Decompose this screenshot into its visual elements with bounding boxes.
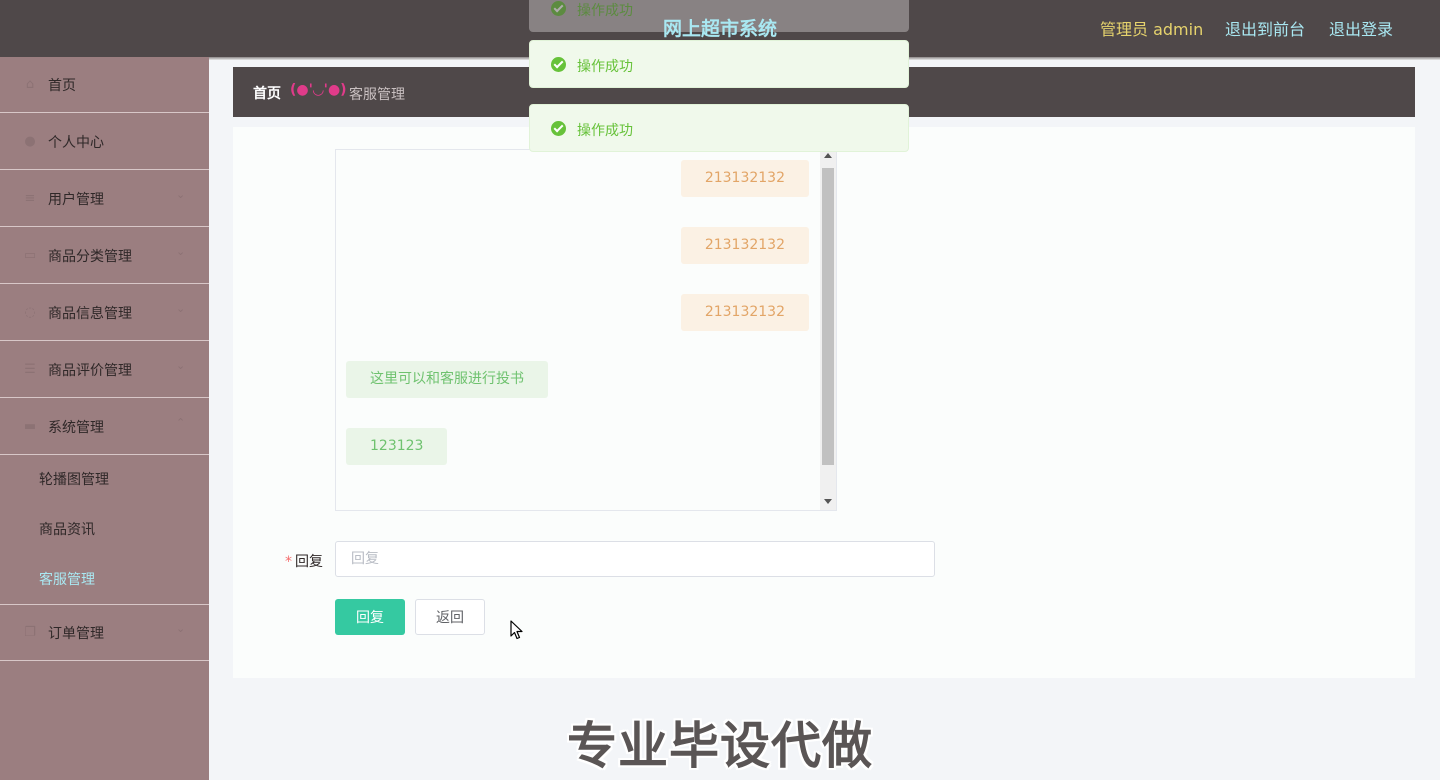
sidebar-item-label: 用户管理 — [48, 192, 104, 208]
copy-icon: ❐ — [24, 625, 36, 640]
success-check-icon — [551, 121, 566, 136]
exit-to-front-link[interactable]: 退出到前台 — [1225, 16, 1305, 40]
reply-button[interactable]: 回复 — [335, 599, 405, 635]
submenu-item-news[interactable]: 商品资讯 — [0, 504, 209, 554]
sidebar-item-system[interactable]: ▬ 系统管理 ⌃ — [0, 399, 209, 455]
power-icon: ◌ — [24, 305, 36, 320]
admin-user-label: 管理员 admin — [1100, 20, 1204, 39]
sidebar-item-orders[interactable]: ❐ 订单管理 ⌄ — [0, 605, 209, 661]
toast-text: 操作成功 — [577, 59, 633, 75]
sidebar-item-label: 系统管理 — [48, 420, 104, 436]
required-mark: * — [285, 554, 292, 570]
list-icon: ☰ — [24, 362, 36, 377]
briefcase-icon: ▬ — [23, 419, 37, 434]
submenu-item-label: 客服管理 — [39, 572, 95, 588]
breadcrumb-home[interactable]: 首页 — [253, 83, 281, 103]
chevron-down-icon: ⌄ — [176, 622, 186, 635]
chat-scrollbar[interactable] — [820, 150, 836, 510]
sidebar-item-home[interactable]: ⌂ 首页 — [0, 57, 209, 113]
scrollbar-thumb[interactable] — [822, 168, 834, 465]
reply-input[interactable] — [335, 541, 935, 577]
toast-notification: 操作成功 — [529, 104, 909, 152]
submenu-item-label: 商品资讯 — [39, 522, 95, 538]
success-check-icon — [551, 1, 566, 16]
reply-label: * 回复 — [285, 551, 323, 571]
home-icon: ⌂ — [25, 77, 35, 92]
logout-link[interactable]: 退出登录 — [1329, 16, 1393, 40]
scroll-down-arrow-icon[interactable] — [824, 499, 832, 504]
chat-message: 123123 — [346, 428, 448, 465]
chat-icon: ▭ — [23, 248, 37, 263]
toast-notification: 操作成功 — [529, 40, 909, 88]
chevron-down-icon: ⌄ — [176, 188, 186, 201]
breadcrumb-separator: (●'◡'●) — [290, 82, 347, 98]
sidebar-item-label: 商品信息管理 — [48, 306, 132, 322]
sidebar-item-category[interactable]: ▭ 商品分类管理 ⌄ — [0, 228, 209, 284]
submenu-item-carousel[interactable]: 轮播图管理 — [0, 454, 209, 504]
breadcrumb-current: 客服管理 — [349, 87, 405, 103]
sliders-icon: ≡ — [24, 191, 36, 206]
sidebar-item-profile[interactable]: ● 个人中心 — [0, 114, 209, 170]
sidebar: ⌂ 首页 ● 个人中心 ≡ 用户管理 ⌄ ▭ 商品分类管理 ⌄ ◌ 商品信息管理… — [0, 57, 209, 780]
sidebar-item-label: 个人中心 — [48, 135, 104, 151]
scroll-up-arrow-icon[interactable] — [824, 153, 832, 158]
chat-message: 这里可以和客服进行投书 — [346, 361, 548, 398]
chat-history[interactable]: 213132132 213132132 213132132 这里可以和客服进行投… — [335, 149, 837, 511]
back-button[interactable]: 返回 — [415, 599, 485, 635]
user-icon: ● — [24, 134, 36, 149]
sidebar-item-label: 订单管理 — [48, 626, 104, 642]
sidebar-item-label: 商品分类管理 — [48, 249, 132, 265]
chevron-down-icon: ⌄ — [176, 359, 186, 372]
chat-message: 213132132 — [680, 160, 809, 197]
chat-message: 213132132 — [680, 294, 809, 331]
success-check-icon — [551, 57, 566, 72]
reply-label-text: 回复 — [295, 554, 323, 570]
chevron-down-icon: ⌄ — [176, 245, 186, 258]
submenu-item-label: 轮播图管理 — [39, 472, 109, 488]
toast-text: 操作成功 — [577, 123, 633, 139]
sidebar-item-users[interactable]: ≡ 用户管理 ⌄ — [0, 171, 209, 227]
sidebar-item-label: 首页 — [48, 78, 76, 94]
sidebar-item-product-info[interactable]: ◌ 商品信息管理 ⌄ — [0, 285, 209, 341]
chevron-down-icon: ⌄ — [176, 302, 186, 315]
mouse-cursor-icon — [510, 620, 523, 640]
submenu-item-customer-service[interactable]: 客服管理 — [0, 554, 209, 605]
watermark-text: 专业毕设代做 — [567, 717, 873, 775]
chevron-up-icon: ⌃ — [176, 416, 186, 429]
system-title: 网上超市系统 — [662, 18, 777, 40]
sidebar-item-reviews[interactable]: ☰ 商品评价管理 ⌄ — [0, 342, 209, 398]
sidebar-item-label: 商品评价管理 — [48, 363, 132, 379]
chat-message: 213132132 — [680, 227, 809, 264]
